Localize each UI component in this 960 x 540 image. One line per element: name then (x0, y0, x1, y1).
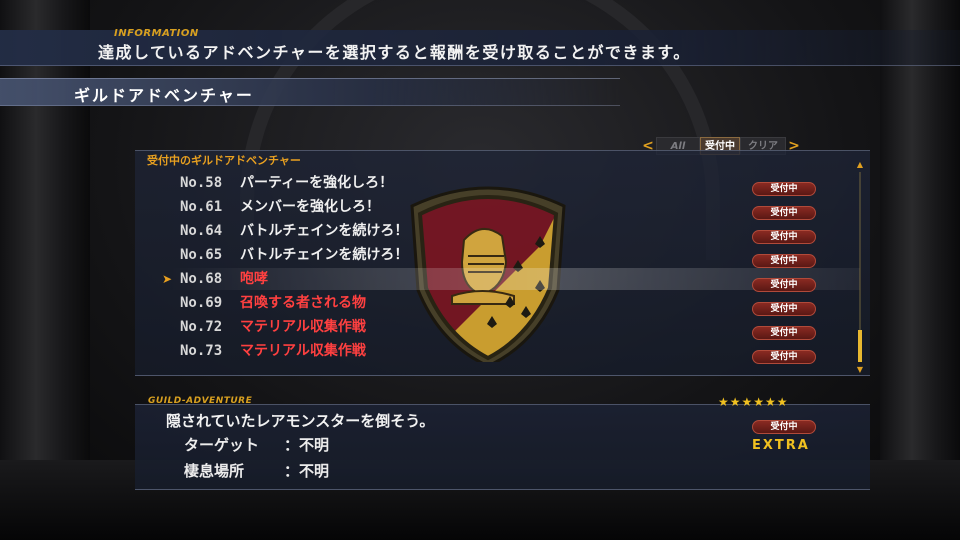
status-badge: 受付中 (752, 176, 816, 196)
status-badge: 受付中 (752, 320, 816, 340)
detail-status-label: 受付中 (752, 420, 816, 434)
row-number: No.58 (180, 175, 223, 191)
status-badge-label: 受付中 (752, 326, 816, 340)
detail-status-badge: 受付中 (752, 414, 816, 434)
status-badge: 受付中 (752, 248, 816, 268)
status-badge: 受付中 (752, 200, 816, 220)
information-text: 達成しているアドベンチャーを選択すると報酬を受け取ることができます。 (98, 43, 691, 62)
row-title: バトルチェインを続けろ！ (240, 223, 409, 239)
information-label: INFORMATION (114, 28, 199, 39)
row-title: 咆哮 (240, 271, 268, 287)
adventure-row-73[interactable]: No.73 マテリアル収集作戦 受付中 (180, 340, 860, 364)
cursor-arrow-icon: ➤ (162, 272, 173, 286)
list-scrollbar[interactable]: ▲ ▼ (855, 160, 865, 374)
row-number: No.72 (180, 319, 223, 335)
row-title: バトルチェインを続けろ！ (240, 247, 409, 263)
status-badge-label: 受付中 (752, 278, 816, 292)
row-number: No.73 (180, 343, 223, 359)
section-title: ギルドアドベンチャー (74, 86, 254, 105)
row-title: パーティーを強化しろ！ (240, 175, 394, 191)
target-value: ：不明 (284, 436, 330, 454)
row-title: マテリアル収集作戦 (240, 319, 366, 335)
status-badge-label: 受付中 (752, 182, 816, 196)
adventure-row-68[interactable]: No.68 咆哮 受付中 (180, 268, 860, 292)
status-badge-label: 受付中 (752, 350, 816, 364)
adventure-row-61[interactable]: No.61 メンバーを強化しろ！ 受付中 (180, 196, 860, 220)
status-badge-label: 受付中 (752, 254, 816, 268)
habitat-value: ：不明 (284, 462, 330, 480)
scroll-up-arrow-icon[interactable]: ▲ (855, 160, 865, 169)
status-badge: 受付中 (752, 224, 816, 244)
row-number: No.61 (180, 199, 223, 215)
row-number: No.69 (180, 295, 223, 311)
scroll-thumb[interactable] (858, 330, 862, 362)
adventure-row-58[interactable]: No.58 パーティーを強化しろ！ 受付中 (180, 172, 860, 196)
detail-label: GUILD-ADVENTURE (148, 396, 253, 406)
status-badge: 受付中 (752, 296, 816, 316)
target-key: ターゲット (184, 436, 260, 454)
habitat-key: 棲息場所 (184, 462, 245, 480)
right-pillar (880, 0, 960, 540)
status-badge: 受付中 (752, 272, 816, 292)
row-number: No.68 (180, 271, 223, 287)
difficulty-stars-icon: ★★★★★★ (718, 395, 789, 409)
adventure-row-69[interactable]: No.69 召喚する者される物 受付中 (180, 292, 860, 316)
row-number: No.64 (180, 223, 223, 239)
row-title: マテリアル収集作戦 (240, 343, 366, 359)
row-title: メンバーを強化しろ！ (240, 199, 380, 215)
status-badge-label: 受付中 (752, 230, 816, 244)
row-number: No.65 (180, 247, 223, 263)
row-title: 召喚する者される物 (240, 295, 366, 311)
detail-description: 隠されていたレアモンスターを倒そう。 (166, 412, 435, 430)
adventure-row-72[interactable]: No.72 マテリアル収集作戦 受付中 (180, 316, 860, 340)
adventure-row-64[interactable]: No.64 バトルチェインを続けろ！ 受付中 (180, 220, 860, 244)
status-badge-label: 受付中 (752, 302, 816, 316)
status-badge-label: 受付中 (752, 206, 816, 220)
scroll-down-arrow-icon[interactable]: ▼ (855, 365, 865, 374)
status-badge: 受付中 (752, 344, 816, 364)
list-header: 受付中のギルドアドベンチャー (147, 154, 301, 167)
detail-habitat-line: 棲息場所 ：不明 (184, 460, 329, 481)
detail-target-line: ターゲット ：不明 (184, 434, 329, 455)
adventure-row-65[interactable]: No.65 バトルチェインを続けろ！ 受付中 (180, 244, 860, 268)
rank-label: EXTRA (752, 438, 810, 453)
